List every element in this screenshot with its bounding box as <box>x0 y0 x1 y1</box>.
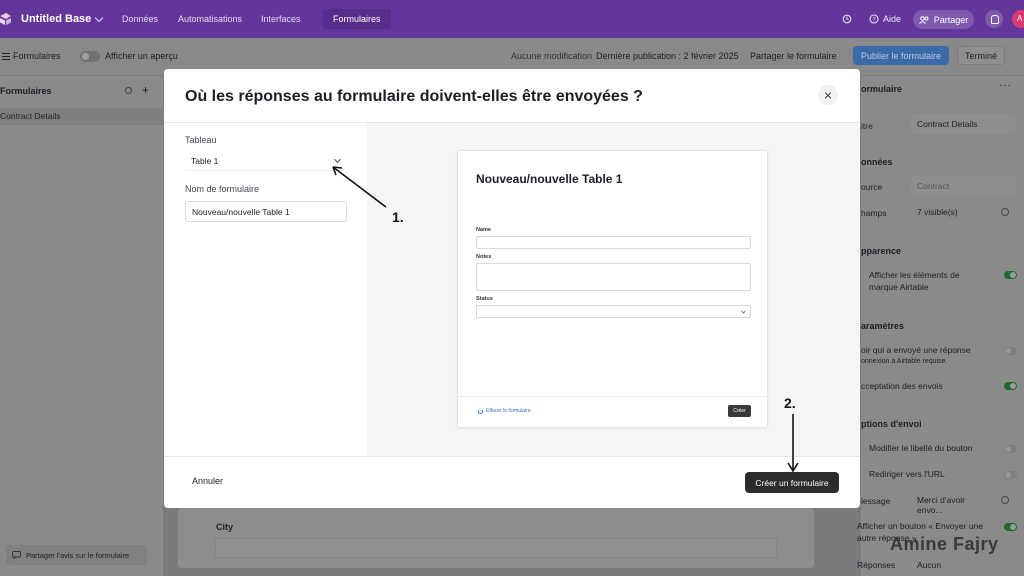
preview-input-name <box>476 236 751 249</box>
gear-icon[interactable] <box>1001 208 1009 216</box>
gear-icon[interactable] <box>1001 496 1009 504</box>
preview-field-label-notes: Notes <box>476 254 492 260</box>
refresh-icon <box>478 408 483 414</box>
preview-input-status <box>476 305 751 318</box>
divider <box>458 396 769 397</box>
redirect-toggle[interactable] <box>1004 471 1017 479</box>
city-field-label: City <box>216 522 234 532</box>
fields-value: 7 visible(s) <box>917 207 958 217</box>
add-icon[interactable]: + <box>142 83 149 97</box>
save-status: Aucune modification <box>511 51 593 61</box>
chevron-down-icon <box>95 13 104 22</box>
see-who-label: oir qui a envoyé une réponse <box>861 345 971 355</box>
title-label: itre <box>861 121 873 131</box>
modify-button-label: Modifier le libellé du bouton <box>869 443 973 453</box>
section-appearance-heading: pparence <box>861 246 902 256</box>
responses-value: Aucun <box>917 560 942 570</box>
help-label: Aide <box>883 14 902 24</box>
title-field[interactable]: Contract Details <box>911 114 1016 134</box>
responses-label: Réponses <box>857 560 896 570</box>
section-form-heading: ormulaire <box>861 84 903 94</box>
fields-label: hamps <box>861 208 887 218</box>
form-name-input[interactable] <box>185 201 347 222</box>
preview-toggle[interactable] <box>80 51 100 62</box>
accept-toggle[interactable] <box>1004 382 1017 390</box>
modify-button-toggle[interactable] <box>1004 445 1017 453</box>
share-button[interactable]: Partager <box>913 10 974 29</box>
form-name-label: Nom de formulaire <box>185 184 260 194</box>
feedback-label: Partager l'avis sur le formulaire <box>26 550 130 560</box>
preview-field-label-status: Status <box>476 296 493 302</box>
accept-label: cceptation des envois <box>861 381 943 391</box>
done-button[interactable]: Terminé <box>957 46 1005 65</box>
message-label: lessage <box>861 496 891 506</box>
cancel-button[interactable]: Annuler <box>184 472 231 490</box>
forms-sidebar: Formulaires + Contract Details Partager … <box>0 76 164 576</box>
show-button-toggle[interactable] <box>1004 523 1017 531</box>
nav-interfaces[interactable]: Interfaces <box>261 0 301 38</box>
people-icon <box>918 15 929 24</box>
menu-icon[interactable] <box>2 53 10 60</box>
sidebar-item-contract-details[interactable]: Contract Details <box>0 108 164 125</box>
sidebar-header: Formulaires <box>0 86 52 96</box>
create-form-button[interactable]: Créer un formulaire <box>745 472 839 493</box>
nav-forms[interactable]: Formulaires <box>323 9 391 29</box>
step-1-label: 1. <box>392 209 404 225</box>
chevron-down-icon <box>333 155 342 164</box>
chevron-down-icon <box>741 309 746 314</box>
step-2-label: 2. <box>784 395 796 411</box>
more-icon[interactable]: ··· <box>999 80 1012 91</box>
feedback-icon <box>12 551 21 559</box>
table-select-value: Table 1 <box>191 156 219 166</box>
help-button[interactable]: ? Aide <box>869 0 901 38</box>
preview-label: Afficher un aperçu <box>105 51 178 61</box>
base-name: Untitled Base <box>21 13 92 25</box>
preview-submit-button: Créer <box>728 405 751 417</box>
nav-data[interactable]: Données <box>122 0 158 38</box>
create-form-dialog: Où les réponses au formulaire doivent-el… <box>164 69 860 508</box>
share-label: Partager <box>933 14 969 25</box>
section-send-heading: ptions d'envoi <box>861 419 922 429</box>
source-label: ource <box>861 182 883 192</box>
close-icon[interactable] <box>818 85 838 105</box>
table-label: Tableau <box>185 135 217 145</box>
top-app-bar: Untitled Base Données Automatisations In… <box>0 0 1024 38</box>
form-preview-card: Nouveau/nouvelle Table 1 Name Notes Stat… <box>457 150 769 428</box>
source-select[interactable]: Contract <box>911 176 1016 196</box>
watermark: Amine Fajry <box>890 534 999 554</box>
see-who-sub: onnexion à Airtable requise. <box>861 358 948 365</box>
preview-clear-label: Effacer le formulaire <box>486 408 531 414</box>
avatar[interactable]: A <box>1012 10 1024 28</box>
city-field <box>215 538 777 558</box>
divider <box>164 456 860 457</box>
info-icon[interactable] <box>125 87 132 94</box>
sidebar-item-label: Contract Details <box>0 111 61 121</box>
section-settings-heading: aramètres <box>861 321 905 331</box>
base-name-menu[interactable]: Untitled Base <box>21 13 104 25</box>
airtable-logo-icon[interactable] <box>0 12 11 26</box>
redirect-label: Rediriger vers l'URL <box>869 469 945 479</box>
branding-label: Afficher les éléments de marque Airtable <box>869 270 960 292</box>
bell-icon[interactable] <box>985 10 1003 28</box>
preview-input-notes <box>476 263 751 291</box>
share-form-button[interactable]: Partager le formulaire <box>750 51 837 61</box>
preview-field-label-name: Name <box>476 227 491 233</box>
preview-clear-link: Effacer le formulaire <box>478 408 531 414</box>
forms-menu-label[interactable]: Formulaires <box>13 51 61 61</box>
history-icon[interactable] <box>842 0 852 38</box>
last-published: Dernière publication : 2 février 2025 <box>596 51 739 61</box>
message-value[interactable]: Merci d'avoir envo... <box>911 490 993 515</box>
section-data-heading: onnées <box>861 157 893 167</box>
help-icon: ? <box>869 14 879 24</box>
branding-toggle[interactable] <box>1004 271 1017 279</box>
form-settings-panel: ormulaire ··· itre Contract Details onné… <box>857 76 1024 576</box>
table-select[interactable]: Table 1 <box>185 151 347 171</box>
see-who-toggle[interactable] <box>1004 347 1017 355</box>
publish-button[interactable]: Publier le formulaire <box>853 46 949 65</box>
dialog-title: Où les réponses au formulaire doivent-el… <box>185 88 643 105</box>
nav-automations[interactable]: Automatisations <box>178 0 242 38</box>
feedback-button[interactable]: Partager l'avis sur le formulaire <box>6 545 147 565</box>
preview-title: Nouveau/nouvelle Table 1 <box>476 172 623 186</box>
